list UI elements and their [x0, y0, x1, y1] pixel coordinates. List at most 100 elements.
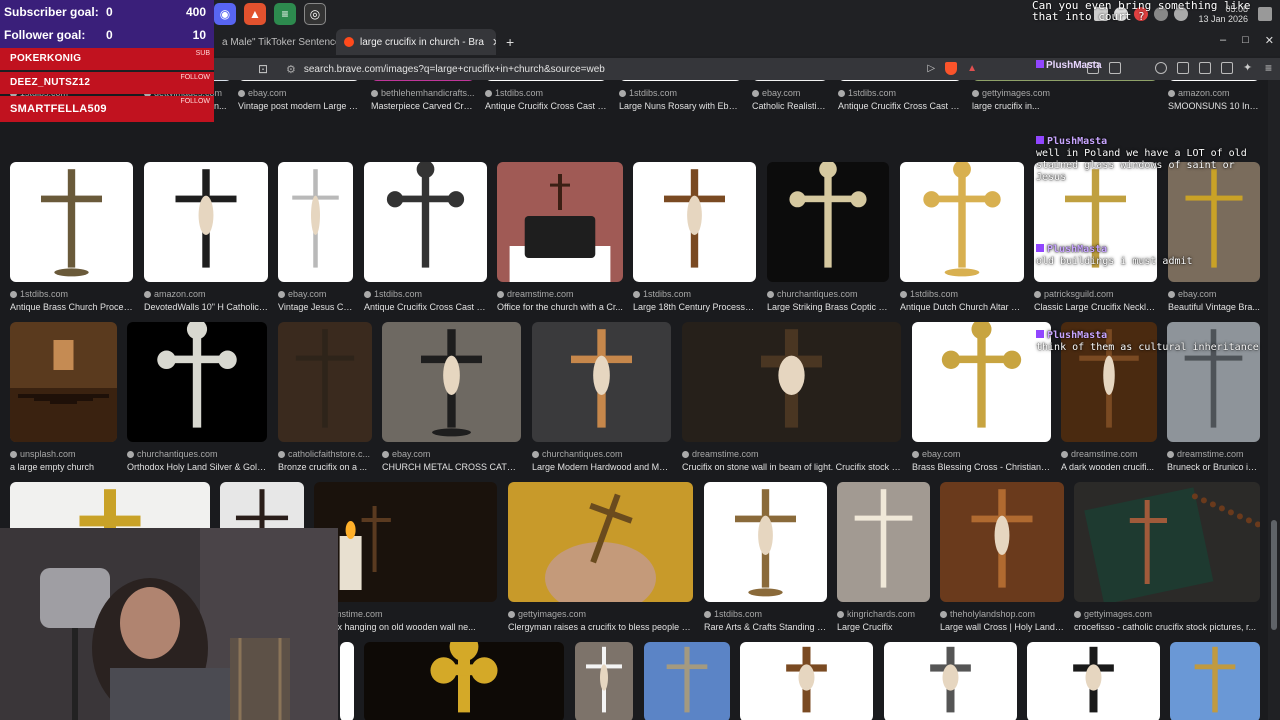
result-caption[interactable]: Masterpiece Carved Cru...: [371, 101, 475, 111]
result-thumbnail[interactable]: [144, 162, 268, 282]
result-caption[interactable]: Large 18th Century Processio...: [633, 302, 756, 312]
result-thumbnail[interactable]: [752, 80, 828, 81]
result-source[interactable]: churchantiques.com: [532, 449, 671, 459]
result-caption[interactable]: Beautiful Vintage Bra...: [1168, 302, 1260, 312]
result-caption[interactable]: crucifix hanging on old wooden wall ne..…: [314, 622, 497, 632]
result-thumbnail[interactable]: [532, 322, 671, 442]
tab-crucifix-search[interactable]: large crucifix in church - Bra ✕: [336, 29, 496, 55]
result-thumbnail[interactable]: [575, 642, 633, 720]
menu-icon[interactable]: ≡: [1265, 61, 1272, 75]
result-caption[interactable]: Antique Brass Church Proces...: [10, 302, 133, 312]
result-caption[interactable]: Antique Crucifix Cross Cast Ir...: [364, 302, 487, 312]
result-source[interactable]: 1stdibs.com: [485, 88, 607, 98]
result-thumbnail[interactable]: [10, 322, 117, 442]
result-thumbnail[interactable]: [485, 80, 607, 81]
result-thumbnail[interactable]: [1027, 642, 1160, 720]
result-thumbnail[interactable]: [619, 80, 742, 81]
result-source[interactable]: theholylandshop.com: [940, 609, 1064, 619]
result-thumbnail[interactable]: [704, 482, 827, 602]
result-thumbnail[interactable]: [371, 80, 475, 81]
result-thumbnail[interactable]: [1170, 642, 1260, 720]
share-icon[interactable]: ▷: [927, 63, 935, 74]
result-source[interactable]: ebay.com: [238, 88, 360, 98]
close-window-button[interactable]: ✕: [1265, 34, 1274, 47]
result-caption[interactable]: Crucifix on stone wall in beam of light.…: [682, 462, 901, 472]
result-caption[interactable]: Large Nuns Rosary with Ebon...: [619, 101, 742, 111]
scrollbar-thumb[interactable]: [1271, 520, 1277, 630]
result-source[interactable]: catholicfaithstore.c...: [278, 449, 372, 459]
result-thumbnail[interactable]: [837, 482, 930, 602]
tab-tiktoker[interactable]: a Male" TikToker Sentence: [214, 29, 336, 55]
result-thumbnail[interactable]: [127, 322, 267, 442]
result-caption[interactable]: Bronze crucifix on a ...: [278, 462, 372, 472]
result-source[interactable]: dreamstime.com: [497, 289, 623, 299]
wallet-icon[interactable]: [1108, 62, 1121, 74]
result-thumbnail[interactable]: [364, 162, 487, 282]
result-caption[interactable]: Antique Crucifix Cross Cast Ir...: [485, 101, 607, 111]
discord-icon[interactable]: ◉: [214, 3, 236, 25]
result-thumbnail[interactable]: [740, 642, 873, 720]
result-caption[interactable]: Catholic Realistic...: [752, 101, 828, 111]
result-caption[interactable]: Bruneck or Brunico is ...: [1167, 462, 1260, 472]
result-thumbnail[interactable]: [382, 322, 521, 442]
result-source[interactable]: 1stdibs.com: [838, 88, 962, 98]
result-source[interactable]: 1stdibs.com: [10, 289, 133, 299]
result-caption[interactable]: Large Striking Brass Coptic St...: [767, 302, 889, 312]
result-caption[interactable]: Orthodox Holy Land Silver & Gold ...: [127, 462, 267, 472]
result-caption[interactable]: crocefisso - catholic crucifix stock pic…: [1074, 622, 1260, 632]
url-text[interactable]: search.brave.com/images?q=large+crucifix…: [304, 64, 605, 75]
result-thumbnail[interactable]: [940, 482, 1064, 602]
result-thumbnail[interactable]: [972, 80, 1158, 81]
downloads-icon[interactable]: [1220, 62, 1233, 74]
result-source[interactable]: ebay.com: [382, 449, 521, 459]
result-caption[interactable]: Large Modern Hardwood and Met...: [532, 462, 671, 472]
brave-rewards-icon[interactable]: ▲: [967, 63, 977, 74]
result-source[interactable]: gettyimages.com: [508, 609, 693, 619]
result-caption[interactable]: SMOONSUNS 10 Inch...: [1168, 101, 1260, 111]
result-source[interactable]: 1stdibs.com: [364, 289, 487, 299]
result-source[interactable]: eamstime.com: [314, 609, 497, 619]
minimize-button[interactable]: –: [1220, 34, 1226, 47]
result-source[interactable]: kingrichards.com: [837, 609, 930, 619]
result-caption[interactable]: Large Crucifix: [837, 622, 930, 632]
result-thumbnail[interactable]: [1074, 482, 1260, 602]
result-source[interactable]: dreamstime.com: [1061, 449, 1157, 459]
result-thumbnail[interactable]: [644, 642, 730, 720]
result-source[interactable]: ebay.com: [278, 289, 353, 299]
new-tab-button[interactable]: +: [506, 34, 514, 50]
brave-shield-icon[interactable]: [945, 61, 958, 75]
result-source[interactable]: churchantiques.com: [127, 449, 267, 459]
media-icon[interactable]: [1154, 62, 1167, 74]
result-source[interactable]: churchantiques.com: [767, 289, 889, 299]
result-source[interactable]: ebay.com: [752, 88, 828, 98]
result-thumbnail[interactable]: [838, 80, 962, 81]
result-caption[interactable]: Classic Large Crucifix Necklace: [1034, 302, 1157, 312]
page-scrollbar[interactable]: [1268, 80, 1280, 720]
result-caption[interactable]: Antique Crucifix Cross Cast Ir...: [838, 101, 962, 111]
result-thumbnail[interactable]: [497, 162, 623, 282]
result-source[interactable]: ebay.com: [1168, 289, 1260, 299]
result-caption[interactable]: a large empty church: [10, 462, 117, 472]
result-source[interactable]: 1stdibs.com: [619, 88, 742, 98]
result-source[interactable]: 1stdibs.com: [900, 289, 1024, 299]
obs-icon[interactable]: ◎: [304, 3, 326, 25]
site-settings-icon[interactable]: ⚙: [286, 63, 296, 76]
result-caption[interactable]: Large wall Cross | Holy Land ...: [940, 622, 1064, 632]
result-source[interactable]: patricksguild.com: [1034, 289, 1157, 299]
result-source[interactable]: 1stdibs.com: [704, 609, 827, 619]
result-caption[interactable]: Rare Arts & Crafts Standing Fl...: [704, 622, 827, 632]
result-source[interactable]: gettyimages.com: [972, 88, 1158, 98]
result-thumbnail[interactable]: [912, 322, 1051, 442]
result-caption[interactable]: large crucifix in...: [972, 101, 1158, 111]
result-thumbnail[interactable]: [340, 642, 354, 720]
result-thumbnail[interactable]: [278, 162, 353, 282]
result-source[interactable]: dreamstime.com: [1167, 449, 1260, 459]
result-caption[interactable]: Office for the church with a Cr...: [497, 302, 623, 312]
result-thumbnail[interactable]: [10, 162, 133, 282]
result-source[interactable]: unsplash.com: [10, 449, 117, 459]
reading-list-icon[interactable]: [1198, 62, 1211, 74]
result-caption[interactable]: CHURCH METAL CROSS CATHOLI...: [382, 462, 521, 472]
result-thumbnail[interactable]: [364, 642, 564, 720]
result-source[interactable]: ebay.com: [912, 449, 1051, 459]
result-thumbnail[interactable]: [767, 162, 889, 282]
